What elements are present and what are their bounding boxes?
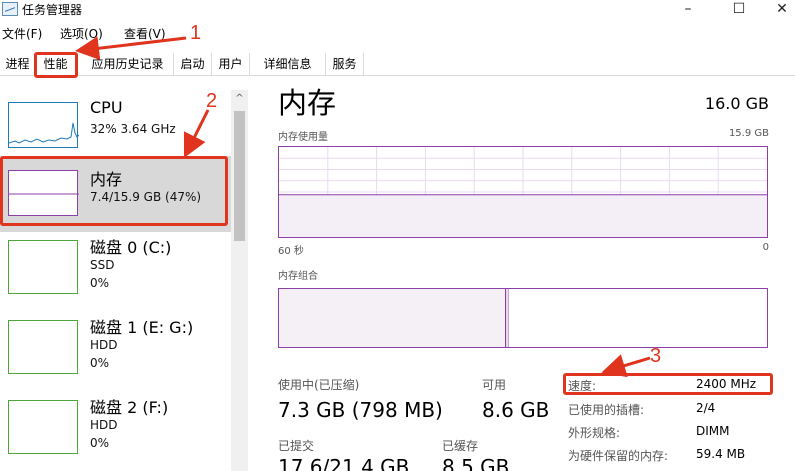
tab-strip: 进程 性能 应用历史记录 启动 用户 详细信息 服务 xyxy=(0,53,795,76)
menu-view[interactable]: 查看(V) xyxy=(124,25,166,42)
disk-1-type: HDD xyxy=(90,338,118,352)
resource-disk-1[interactable]: 磁盘 1 (E: G:) HDD 0% xyxy=(0,314,232,390)
window-title: 任务管理器 xyxy=(22,3,83,17)
composition-in-use-segment xyxy=(279,289,506,347)
slots-label: 已使用的插槽: xyxy=(568,403,645,417)
memory-total: 16.0 GB xyxy=(704,94,769,113)
usage-graph-max: 15.9 GB xyxy=(728,128,769,139)
memory-detail-pane: 内存 16.0 GB 内存使用量 15.9 GB 60 秒 0 内存组合 使用中… xyxy=(268,78,795,471)
cpu-mini-graph xyxy=(8,102,79,148)
graph-axis-left: 60 秒 xyxy=(278,246,304,257)
annotation-box-memory-item xyxy=(0,156,228,226)
task-manager-icon xyxy=(2,2,18,16)
annotation-label-1: 1 xyxy=(190,22,202,44)
committed-label: 已提交 xyxy=(278,439,315,453)
form-factor-value: DIMM xyxy=(696,424,730,438)
disk-2-name: 磁盘 2 (F:) xyxy=(90,398,169,417)
disk-2-type: HDD xyxy=(90,418,118,432)
disk-2-usage: 0% xyxy=(90,436,110,450)
composition-label: 内存组合 xyxy=(278,271,318,282)
disk-0-name: 磁盘 0 (C:) xyxy=(90,238,172,257)
annotation-label-3: 3 xyxy=(650,345,662,367)
minimize-button[interactable]: – xyxy=(668,0,708,22)
reserved-label: 为硬件保留的内存: xyxy=(568,449,669,463)
in-use-label: 使用中(已压缩) xyxy=(278,378,360,392)
tab-details[interactable]: 详细信息 xyxy=(250,53,326,76)
committed-value: 17.6/21.4 GB xyxy=(278,455,410,471)
title-bar: 任务管理器 – ☐ ✕ xyxy=(0,0,795,22)
annotation-box-performance-tab xyxy=(34,52,78,78)
resource-disk-0[interactable]: 磁盘 0 (C:) SSD 0% xyxy=(0,234,232,310)
tab-processes[interactable]: 进程 xyxy=(0,53,36,76)
resource-cpu[interactable]: CPU 32% 3.64 GHz xyxy=(0,86,232,162)
form-factor-label: 外形规格: xyxy=(568,426,621,440)
disk-0-mini-graph xyxy=(8,240,78,294)
tab-users[interactable]: 用户 xyxy=(212,53,250,76)
resource-disk-2[interactable]: 磁盘 2 (F:) HDD 0% xyxy=(0,394,232,470)
sidebar-scrollbar[interactable]: ^ xyxy=(231,90,248,471)
disk-0-type: SSD xyxy=(90,258,115,272)
tab-app-history[interactable]: 应用历史记录 xyxy=(82,53,174,76)
graph-axis-right: 0 xyxy=(762,242,769,253)
reserved-value: 59.4 MB xyxy=(696,447,746,461)
memory-usage-graph xyxy=(278,146,768,238)
available-value: 8.6 GB xyxy=(482,398,550,422)
slots-value: 2/4 xyxy=(696,401,716,415)
scroll-up-arrow-icon[interactable]: ^ xyxy=(231,90,248,107)
menu-options[interactable]: 选项(O) xyxy=(60,25,103,42)
disk-0-usage: 0% xyxy=(90,276,110,290)
scrollbar-thumb[interactable] xyxy=(234,111,245,241)
maximize-button[interactable]: ☐ xyxy=(719,0,759,22)
in-use-value: 7.3 GB (798 MB) xyxy=(278,398,443,422)
disk-2-mini-graph xyxy=(8,400,78,454)
disk-1-name: 磁盘 1 (E: G:) xyxy=(90,318,194,337)
close-button[interactable]: ✕ xyxy=(762,0,795,22)
tab-services[interactable]: 服务 xyxy=(326,53,364,76)
composition-modified-segment xyxy=(505,289,509,347)
cpu-usage: 32% 3.64 GHz xyxy=(90,122,176,136)
cached-value: 8.5 GB xyxy=(442,455,510,471)
menu-file[interactable]: 文件(F) xyxy=(2,25,42,42)
tab-startup[interactable]: 启动 xyxy=(174,53,212,76)
annotation-box-speed xyxy=(563,373,773,395)
memory-composition-bar xyxy=(278,288,768,348)
cached-label: 已缓存 xyxy=(442,439,479,453)
available-label: 可用 xyxy=(482,378,507,392)
disk-1-usage: 0% xyxy=(90,356,110,370)
cpu-name: CPU xyxy=(90,98,123,117)
usage-graph-label: 内存使用量 xyxy=(278,132,328,143)
page-title: 内存 xyxy=(278,86,337,120)
resource-list: CPU 32% 3.64 GHz 内存 7.4/15.9 GB (47%) 磁盘… xyxy=(0,78,248,471)
annotation-label-2: 2 xyxy=(206,90,218,112)
disk-1-mini-graph xyxy=(8,320,78,374)
